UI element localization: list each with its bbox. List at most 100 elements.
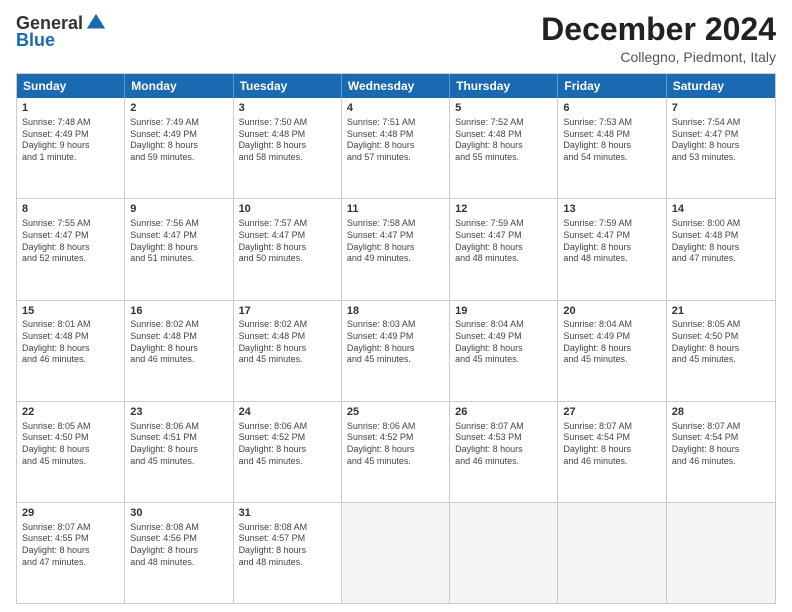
calendar-cell: 12Sunrise: 7:59 AMSunset: 4:47 PMDayligh… bbox=[450, 199, 558, 299]
calendar-cell bbox=[667, 503, 775, 603]
day-number: 12 bbox=[455, 202, 552, 217]
calendar: SundayMondayTuesdayWednesdayThursdayFrid… bbox=[16, 73, 776, 604]
cell-content: Sunrise: 7:58 AMSunset: 4:47 PMDaylight:… bbox=[347, 218, 444, 265]
cell-content: Sunrise: 7:57 AMSunset: 4:47 PMDaylight:… bbox=[239, 218, 336, 265]
calendar-cell bbox=[450, 503, 558, 603]
day-number: 3 bbox=[239, 101, 336, 116]
weekday-header: Monday bbox=[125, 74, 233, 98]
day-number: 26 bbox=[455, 405, 552, 420]
weekday-header: Wednesday bbox=[342, 74, 450, 98]
day-number: 7 bbox=[672, 101, 770, 116]
calendar-cell: 23Sunrise: 8:06 AMSunset: 4:51 PMDayligh… bbox=[125, 402, 233, 502]
day-number: 22 bbox=[22, 405, 119, 420]
calendar-body: 1Sunrise: 7:48 AMSunset: 4:49 PMDaylight… bbox=[17, 98, 775, 603]
day-number: 8 bbox=[22, 202, 119, 217]
logo-blue: Blue bbox=[16, 30, 55, 51]
day-number: 15 bbox=[22, 304, 119, 319]
calendar-row: 8Sunrise: 7:55 AMSunset: 4:47 PMDaylight… bbox=[17, 199, 775, 300]
cell-content: Sunrise: 7:53 AMSunset: 4:48 PMDaylight:… bbox=[563, 117, 660, 164]
cell-content: Sunrise: 8:05 AMSunset: 4:50 PMDaylight:… bbox=[22, 421, 119, 468]
cell-content: Sunrise: 7:52 AMSunset: 4:48 PMDaylight:… bbox=[455, 117, 552, 164]
calendar-header: SundayMondayTuesdayWednesdayThursdayFrid… bbox=[17, 74, 775, 98]
month-title: December 2024 bbox=[541, 12, 776, 47]
calendar-cell: 9Sunrise: 7:56 AMSunset: 4:47 PMDaylight… bbox=[125, 199, 233, 299]
calendar-cell: 7Sunrise: 7:54 AMSunset: 4:47 PMDaylight… bbox=[667, 98, 775, 198]
calendar-row: 22Sunrise: 8:05 AMSunset: 4:50 PMDayligh… bbox=[17, 402, 775, 503]
calendar-cell: 15Sunrise: 8:01 AMSunset: 4:48 PMDayligh… bbox=[17, 301, 125, 401]
calendar-cell: 26Sunrise: 8:07 AMSunset: 4:53 PMDayligh… bbox=[450, 402, 558, 502]
calendar-cell: 5Sunrise: 7:52 AMSunset: 4:48 PMDaylight… bbox=[450, 98, 558, 198]
calendar-cell: 21Sunrise: 8:05 AMSunset: 4:50 PMDayligh… bbox=[667, 301, 775, 401]
cell-content: Sunrise: 7:50 AMSunset: 4:48 PMDaylight:… bbox=[239, 117, 336, 164]
weekday-header: Saturday bbox=[667, 74, 775, 98]
weekday-header: Friday bbox=[558, 74, 666, 98]
cell-content: Sunrise: 8:02 AMSunset: 4:48 PMDaylight:… bbox=[130, 319, 227, 366]
day-number: 21 bbox=[672, 304, 770, 319]
day-number: 4 bbox=[347, 101, 444, 116]
logo: General Blue bbox=[16, 12, 107, 51]
cell-content: Sunrise: 8:04 AMSunset: 4:49 PMDaylight:… bbox=[455, 319, 552, 366]
day-number: 18 bbox=[347, 304, 444, 319]
cell-content: Sunrise: 8:06 AMSunset: 4:52 PMDaylight:… bbox=[347, 421, 444, 468]
calendar-cell: 2Sunrise: 7:49 AMSunset: 4:49 PMDaylight… bbox=[125, 98, 233, 198]
calendar-cell: 10Sunrise: 7:57 AMSunset: 4:47 PMDayligh… bbox=[234, 199, 342, 299]
calendar-cell: 27Sunrise: 8:07 AMSunset: 4:54 PMDayligh… bbox=[558, 402, 666, 502]
day-number: 11 bbox=[347, 202, 444, 217]
calendar-cell: 3Sunrise: 7:50 AMSunset: 4:48 PMDaylight… bbox=[234, 98, 342, 198]
calendar-cell: 22Sunrise: 8:05 AMSunset: 4:50 PMDayligh… bbox=[17, 402, 125, 502]
calendar-cell: 19Sunrise: 8:04 AMSunset: 4:49 PMDayligh… bbox=[450, 301, 558, 401]
weekday-header: Thursday bbox=[450, 74, 558, 98]
calendar-cell: 25Sunrise: 8:06 AMSunset: 4:52 PMDayligh… bbox=[342, 402, 450, 502]
day-number: 29 bbox=[22, 506, 119, 521]
calendar-cell: 30Sunrise: 8:08 AMSunset: 4:56 PMDayligh… bbox=[125, 503, 233, 603]
cell-content: Sunrise: 8:05 AMSunset: 4:50 PMDaylight:… bbox=[672, 319, 770, 366]
calendar-cell: 24Sunrise: 8:06 AMSunset: 4:52 PMDayligh… bbox=[234, 402, 342, 502]
cell-content: Sunrise: 8:08 AMSunset: 4:56 PMDaylight:… bbox=[130, 522, 227, 569]
day-number: 28 bbox=[672, 405, 770, 420]
cell-content: Sunrise: 8:00 AMSunset: 4:48 PMDaylight:… bbox=[672, 218, 770, 265]
cell-content: Sunrise: 8:07 AMSunset: 4:54 PMDaylight:… bbox=[672, 421, 770, 468]
header: General Blue December 2024 Collegno, Pie… bbox=[16, 12, 776, 65]
calendar-row: 1Sunrise: 7:48 AMSunset: 4:49 PMDaylight… bbox=[17, 98, 775, 199]
day-number: 20 bbox=[563, 304, 660, 319]
cell-content: Sunrise: 8:07 AMSunset: 4:55 PMDaylight:… bbox=[22, 522, 119, 569]
cell-content: Sunrise: 8:06 AMSunset: 4:51 PMDaylight:… bbox=[130, 421, 227, 468]
title-area: December 2024 Collegno, Piedmont, Italy bbox=[541, 12, 776, 65]
page: General Blue December 2024 Collegno, Pie… bbox=[0, 0, 792, 612]
day-number: 17 bbox=[239, 304, 336, 319]
day-number: 13 bbox=[563, 202, 660, 217]
cell-content: Sunrise: 7:56 AMSunset: 4:47 PMDaylight:… bbox=[130, 218, 227, 265]
day-number: 14 bbox=[672, 202, 770, 217]
day-number: 1 bbox=[22, 101, 119, 116]
day-number: 6 bbox=[563, 101, 660, 116]
cell-content: Sunrise: 8:08 AMSunset: 4:57 PMDaylight:… bbox=[239, 522, 336, 569]
calendar-cell bbox=[342, 503, 450, 603]
day-number: 30 bbox=[130, 506, 227, 521]
day-number: 9 bbox=[130, 202, 227, 217]
cell-content: Sunrise: 7:55 AMSunset: 4:47 PMDaylight:… bbox=[22, 218, 119, 265]
day-number: 23 bbox=[130, 405, 227, 420]
calendar-row: 29Sunrise: 8:07 AMSunset: 4:55 PMDayligh… bbox=[17, 503, 775, 603]
day-number: 5 bbox=[455, 101, 552, 116]
cell-content: Sunrise: 8:02 AMSunset: 4:48 PMDaylight:… bbox=[239, 319, 336, 366]
cell-content: Sunrise: 7:59 AMSunset: 4:47 PMDaylight:… bbox=[455, 218, 552, 265]
day-number: 10 bbox=[239, 202, 336, 217]
calendar-cell: 20Sunrise: 8:04 AMSunset: 4:49 PMDayligh… bbox=[558, 301, 666, 401]
weekday-header: Tuesday bbox=[234, 74, 342, 98]
cell-content: Sunrise: 8:01 AMSunset: 4:48 PMDaylight:… bbox=[22, 319, 119, 366]
cell-content: Sunrise: 7:59 AMSunset: 4:47 PMDaylight:… bbox=[563, 218, 660, 265]
calendar-cell bbox=[558, 503, 666, 603]
cell-content: Sunrise: 7:54 AMSunset: 4:47 PMDaylight:… bbox=[672, 117, 770, 164]
calendar-cell: 31Sunrise: 8:08 AMSunset: 4:57 PMDayligh… bbox=[234, 503, 342, 603]
cell-content: Sunrise: 7:49 AMSunset: 4:49 PMDaylight:… bbox=[130, 117, 227, 164]
calendar-cell: 6Sunrise: 7:53 AMSunset: 4:48 PMDaylight… bbox=[558, 98, 666, 198]
day-number: 31 bbox=[239, 506, 336, 521]
calendar-cell: 16Sunrise: 8:02 AMSunset: 4:48 PMDayligh… bbox=[125, 301, 233, 401]
cell-content: Sunrise: 7:51 AMSunset: 4:48 PMDaylight:… bbox=[347, 117, 444, 164]
subtitle: Collegno, Piedmont, Italy bbox=[541, 49, 776, 65]
calendar-row: 15Sunrise: 8:01 AMSunset: 4:48 PMDayligh… bbox=[17, 301, 775, 402]
day-number: 24 bbox=[239, 405, 336, 420]
day-number: 2 bbox=[130, 101, 227, 116]
calendar-cell: 4Sunrise: 7:51 AMSunset: 4:48 PMDaylight… bbox=[342, 98, 450, 198]
logo-icon bbox=[85, 12, 107, 34]
